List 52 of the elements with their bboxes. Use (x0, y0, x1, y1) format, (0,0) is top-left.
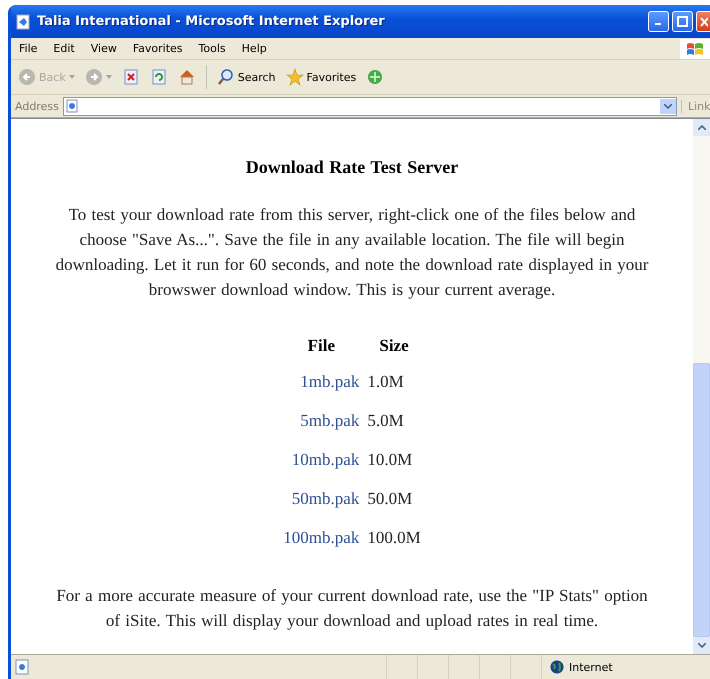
stop-icon (122, 68, 140, 86)
page-icon (15, 659, 29, 675)
flag-icon (686, 40, 704, 56)
file-link[interactable]: 5mb.pak (300, 410, 360, 430)
chevron-down-icon (664, 104, 672, 108)
dropdown-button[interactable] (660, 98, 676, 114)
search-icon (216, 68, 235, 86)
file-size: 100.0M (366, 526, 422, 548)
file-size: 5.0M (366, 410, 405, 432)
chevron-down-icon (698, 643, 706, 648)
menu-item[interactable]: View (82, 40, 125, 57)
star-icon (286, 68, 304, 86)
menu-item[interactable]: Edit (45, 40, 83, 57)
column-header: File (306, 335, 336, 357)
close-button[interactable] (696, 11, 710, 32)
favorites-button[interactable]: Favorites (282, 66, 360, 88)
file-size: 50.0M (366, 488, 414, 510)
chevron-up-icon (698, 125, 706, 130)
dropdown-arrow-icon (68, 75, 75, 79)
scrollbar[interactable] (693, 119, 710, 654)
file-link[interactable]: 10mb.pak (292, 450, 360, 468)
address-label: Address (15, 100, 59, 112)
column-header: Size (378, 335, 410, 357)
file-link[interactable]: 100mb.pak (283, 528, 360, 546)
refresh-icon (150, 68, 168, 86)
file-size: 10.0M (366, 448, 414, 470)
search-button[interactable]: Search (214, 66, 279, 88)
house-icon (178, 68, 196, 86)
scroll-thumb[interactable] (693, 363, 710, 637)
scroll-down-button[interactable] (693, 637, 710, 654)
file-link[interactable]: 1mb.pak (300, 372, 360, 390)
intro-paragraph: To test your download rate from this server, right-click one of the files below and choose "Save As...". Save the file in any available location. The file will begin downloading. Let it run for 60 seconds, and note the download rate displayed in your browswer download window. This is your current average. (54, 204, 650, 301)
note-paragraph: For a more accurate measure of your current download rate, use the "IP Stats" option of iSite. This will display your download and upload rates in real time. (55, 585, 649, 632)
address-field[interactable] (62, 96, 677, 116)
page-icon (64, 99, 80, 113)
globe-icon (550, 660, 564, 674)
maximize-button[interactable] (672, 11, 693, 32)
minimize-button[interactable] (648, 11, 669, 32)
page-icon (15, 14, 31, 30)
menu-item[interactable]: Favorites (124, 40, 191, 57)
menu-item[interactable]: Tools (190, 40, 234, 57)
maximize-icon (677, 16, 688, 27)
window-title: Talia International - Microsoft Internet Explorer (37, 14, 386, 29)
zone-label: Internet (569, 660, 613, 674)
file-link[interactable]: 50mb.pak (292, 488, 360, 508)
menu-item[interactable]: File (11, 40, 46, 57)
menu-item[interactable]: Help (234, 40, 275, 57)
scroll-up-button[interactable] (693, 119, 710, 136)
close-icon (700, 16, 708, 26)
page-heading: Download Rate Test Server (244, 157, 460, 178)
file-size: 1.0M (366, 370, 405, 392)
dropdown-arrow-icon (106, 75, 112, 79)
